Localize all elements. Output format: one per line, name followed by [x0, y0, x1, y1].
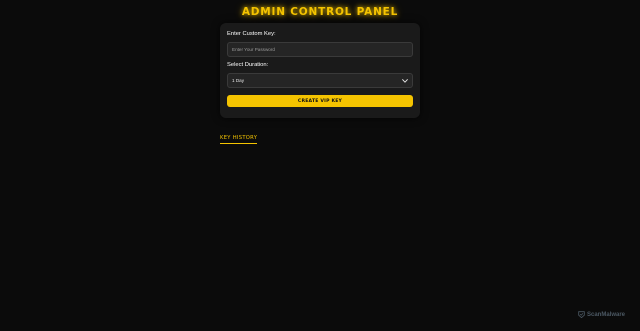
create-key-card: Enter Custom Key: Select Duration: 1 Day… [220, 23, 420, 118]
create-vip-key-button[interactable]: CREATE VIP KEY [227, 95, 413, 107]
duration-label: Select Duration: [227, 62, 269, 68]
custom-key-label: Enter Custom Key: [227, 31, 276, 37]
duration-select[interactable]: 1 Day [227, 73, 413, 88]
duration-selected-value: 1 Day [232, 78, 245, 83]
watermark-text: ScanMalware [587, 311, 626, 318]
custom-key-input[interactable] [227, 42, 413, 57]
page-title: ADMIN CONTROL PANEL [241, 6, 399, 18]
key-history-link[interactable]: KEY HISTORY [220, 135, 258, 144]
watermark: ScanMalware [578, 311, 625, 318]
chevron-down-icon [402, 78, 408, 83]
scanmalware-logo-icon [578, 311, 585, 318]
